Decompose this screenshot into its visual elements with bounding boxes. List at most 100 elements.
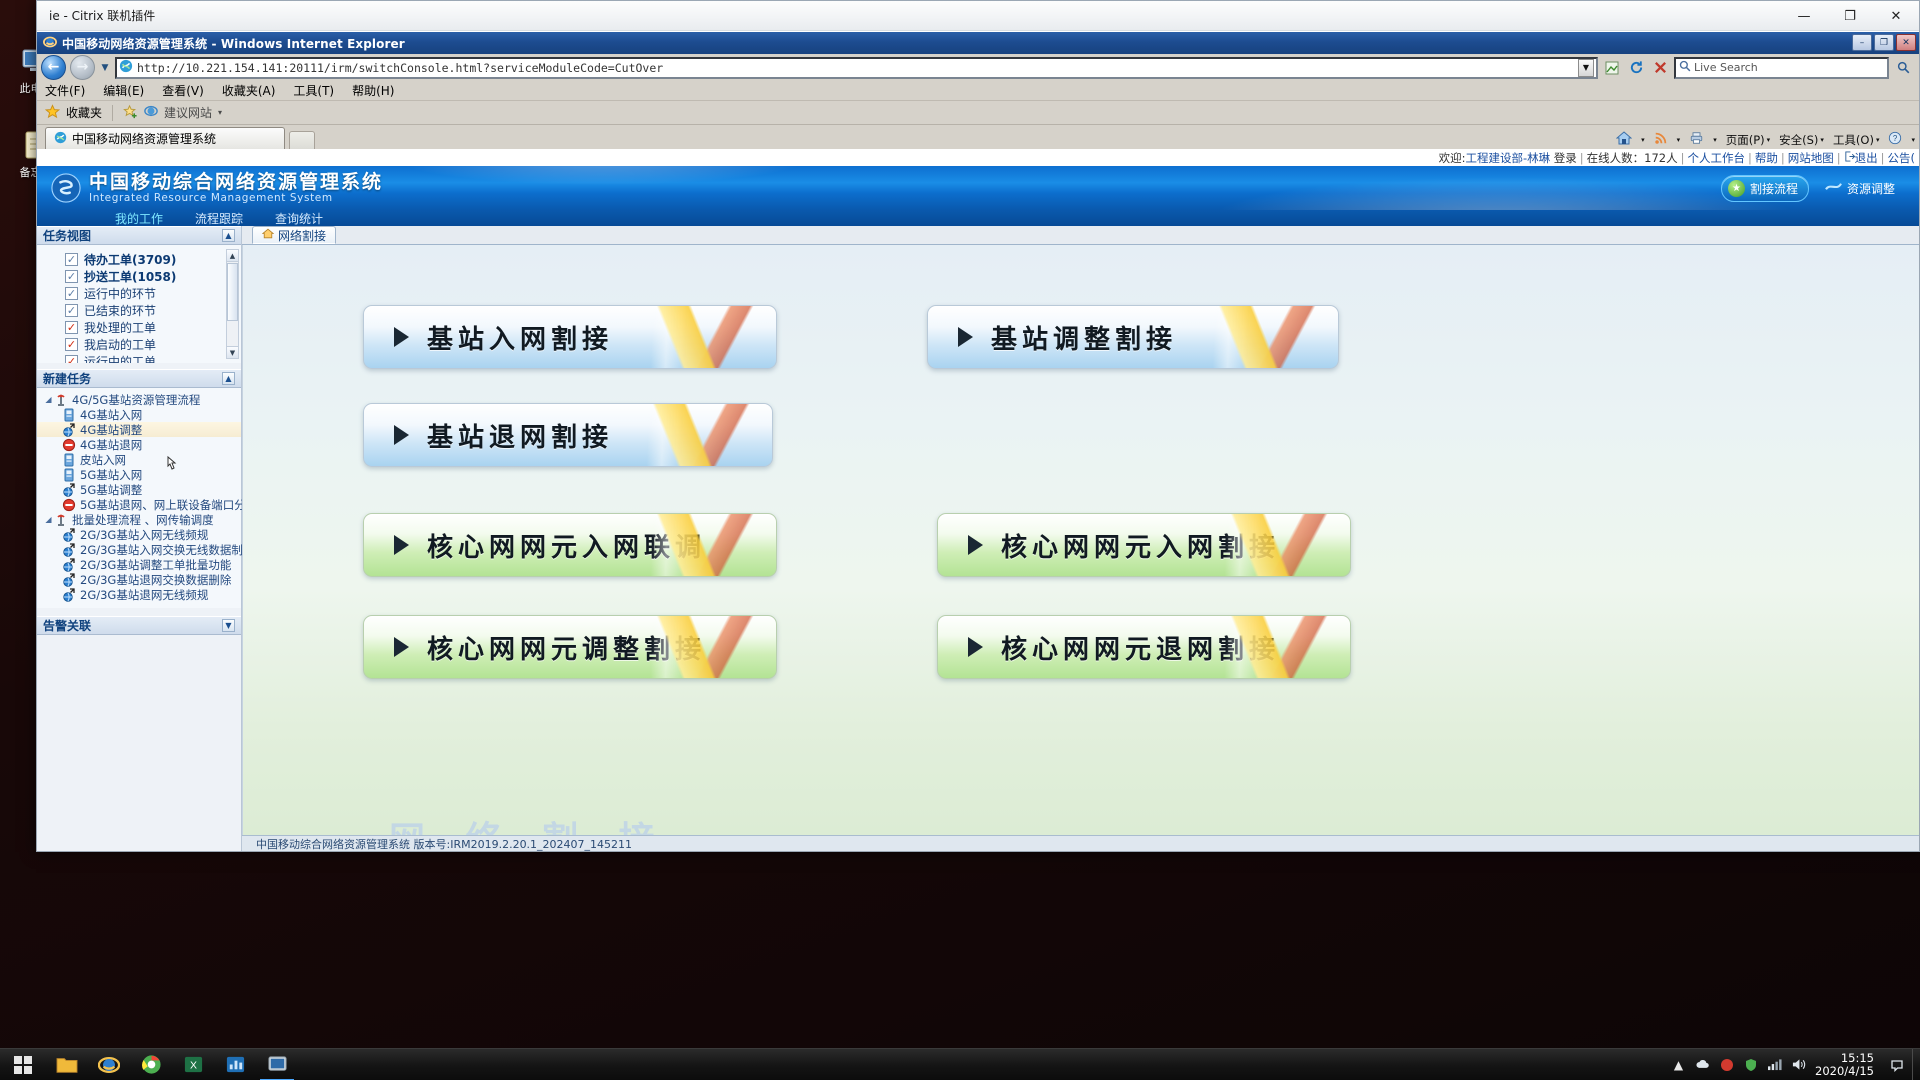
suggested-sites-icon[interactable] bbox=[144, 104, 158, 121]
ie-minimize-button[interactable]: – bbox=[1852, 34, 1872, 51]
volume-icon[interactable] bbox=[1791, 1057, 1806, 1072]
taskbar-app-browser[interactable] bbox=[130, 1049, 172, 1080]
feeds-caret-icon[interactable]: ▾ bbox=[1677, 136, 1681, 144]
taskbar-app-chart[interactable] bbox=[214, 1049, 256, 1080]
tab-my-work[interactable]: 我的工作 bbox=[99, 210, 179, 227]
chevron-up-icon[interactable]: ▲ bbox=[222, 229, 235, 242]
tree-item-23g-adjust-batch[interactable]: 2G/3G基站调整工单批量功能 bbox=[37, 557, 241, 572]
home-icon[interactable] bbox=[1615, 131, 1633, 148]
new-tab-button[interactable] bbox=[289, 131, 315, 149]
feeds-icon[interactable] bbox=[1654, 131, 1668, 148]
twisty-icon[interactable]: ◢ bbox=[43, 395, 54, 404]
ie-close-button[interactable]: ✕ bbox=[1896, 34, 1916, 51]
link-announcement[interactable]: 公告( bbox=[1888, 150, 1916, 166]
tree-item-4g-exit[interactable]: 4G基站退网 bbox=[37, 437, 241, 452]
taskview-item-running-order[interactable]: ✓ 运行中的工单 bbox=[65, 353, 241, 363]
taskbar-app-citrix[interactable] bbox=[256, 1049, 298, 1080]
action-button-core-ne-join-test[interactable]: 核心网网元入网联调 bbox=[363, 513, 777, 577]
content-tab-network-cutover[interactable]: 网络割接 bbox=[252, 226, 337, 244]
address-dropdown-icon[interactable]: ▼ bbox=[1578, 58, 1594, 77]
menu-tools[interactable]: 工具(T) bbox=[293, 82, 334, 99]
menu-file[interactable]: 文件(F) bbox=[45, 82, 85, 99]
tree-group-batch[interactable]: ◢ 批量处理流程 、网传输调度 bbox=[37, 512, 241, 527]
ie-restore-button[interactable]: ❐ bbox=[1874, 34, 1894, 51]
scroll-up-icon[interactable]: ▲ bbox=[227, 250, 238, 262]
taskview-item-handled[interactable]: ✓ 我处理的工单 bbox=[65, 319, 241, 336]
action-button-core-ne-exit-cutover[interactable]: 核心网网元退网割接 bbox=[937, 615, 1351, 679]
refresh-icon[interactable] bbox=[1626, 58, 1646, 78]
taskview-item-started[interactable]: ✓ 我启动的工单 bbox=[65, 336, 241, 353]
taskview-item-running-step[interactable]: ✓ 运行中的环节 bbox=[65, 285, 241, 302]
taskview-item-finished-step[interactable]: ✓ 已结束的环节 bbox=[65, 302, 241, 319]
compatibility-view-icon[interactable] bbox=[1602, 58, 1622, 78]
tree-item-23g-exit-radio[interactable]: 2G/3G基站退网无线频规 bbox=[37, 587, 241, 602]
taskview-item-pending[interactable]: ✓ 待办工单(3709) bbox=[65, 251, 241, 268]
link-personal-workbench[interactable]: 个人工作台 bbox=[1688, 150, 1746, 166]
network-icon[interactable] bbox=[1767, 1057, 1782, 1072]
forward-button[interactable]: → bbox=[70, 55, 95, 80]
taskview-scrollbar[interactable]: ▲ ▼ bbox=[226, 249, 239, 359]
citrix-titlebar[interactable]: ie - Citrix 联机插件 — ❐ ✕ bbox=[37, 1, 1919, 31]
address-bar[interactable]: http://10.221.154.141:20111/irm/switchCo… bbox=[115, 56, 1598, 79]
tree-item-pico-join[interactable]: 皮站入网 bbox=[37, 452, 241, 467]
action-button-core-ne-adjust-cutover[interactable]: 核心网网元调整割接 bbox=[363, 615, 777, 679]
browser-tab[interactable]: 中国移动网络资源管理系统 bbox=[45, 127, 285, 149]
suggested-sites-label[interactable]: 建议网站 bbox=[164, 104, 212, 121]
taskview-item-cc[interactable]: ✓ 抄送工单(1058) bbox=[65, 268, 241, 285]
recent-pages-caret-icon[interactable]: ▼ bbox=[99, 63, 111, 73]
maximize-button[interactable]: ❐ bbox=[1827, 1, 1873, 31]
start-button[interactable] bbox=[0, 1049, 46, 1080]
tab-flow-tracking[interactable]: 流程跟踪 bbox=[179, 210, 259, 227]
chevron-down-icon[interactable]: ▼ bbox=[222, 619, 235, 632]
safety-menu-button[interactable]: 安全(S) ▾ bbox=[1779, 132, 1824, 148]
help-icon[interactable]: ? bbox=[1888, 131, 1902, 148]
action-button-base-station-adjust[interactable]: 基站调整割接 bbox=[927, 305, 1339, 369]
scroll-down-icon[interactable]: ▼ bbox=[227, 346, 238, 358]
tree-item-23g-exit-switch[interactable]: 2G/3G基站退网交换数据删除 bbox=[37, 572, 241, 587]
tab-query-stats[interactable]: 查询统计 bbox=[259, 210, 339, 227]
tray-expand-icon[interactable]: ▲ bbox=[1671, 1057, 1686, 1072]
header-action-cutover-flow[interactable]: ★ 割接流程 bbox=[1720, 174, 1809, 202]
tree-item-23g-join-switch[interactable]: 2G/3G基站入网交换无线数据制作 bbox=[37, 542, 254, 557]
menu-favorites[interactable]: 收藏夹(A) bbox=[222, 82, 276, 99]
back-button[interactable]: ← bbox=[41, 55, 66, 80]
ie-titlebar[interactable]: 中国移动网络资源管理系统 - Windows Internet Explorer… bbox=[37, 32, 1919, 54]
tree-item-5g-exit[interactable]: 5G基站退网、网上联设备端口分配 bbox=[37, 497, 257, 512]
print-icon[interactable] bbox=[1689, 131, 1704, 148]
welcome-user-link[interactable]: 工程建设部-林琳 bbox=[1465, 150, 1550, 166]
link-logout[interactable]: 退出 bbox=[1855, 150, 1878, 166]
tree-item-4g-adjust[interactable]: 4G基站调整 bbox=[37, 422, 241, 437]
tree-item-23g-join-radio[interactable]: 2G/3G基站入网无线频规 bbox=[37, 527, 241, 542]
link-sitemap[interactable]: 网站地图 bbox=[1788, 150, 1834, 166]
chevron-up-icon[interactable]: ▲ bbox=[222, 372, 235, 385]
tree-group-4g5g[interactable]: ◢ 4G/5G基站资源管理流程 bbox=[37, 392, 241, 407]
link-help[interactable]: 帮助 bbox=[1755, 150, 1778, 166]
search-box[interactable]: Live Search bbox=[1674, 56, 1889, 79]
close-button[interactable]: ✕ bbox=[1873, 1, 1919, 31]
menu-help[interactable]: 帮助(H) bbox=[352, 82, 394, 99]
help-caret-icon[interactable]: ▾ bbox=[1911, 136, 1915, 144]
action-button-core-ne-join-cutover[interactable]: 核心网网元入网割接 bbox=[937, 513, 1351, 577]
action-button-base-station-exit[interactable]: 基站退网割接 bbox=[363, 403, 773, 467]
print-caret-icon[interactable]: ▾ bbox=[1713, 136, 1717, 144]
shield-icon[interactable] bbox=[1743, 1057, 1758, 1072]
tree-item-5g-join[interactable]: 5G基站入网 bbox=[37, 467, 241, 482]
tools-menu-button[interactable]: 工具(O) ▾ bbox=[1833, 132, 1880, 148]
taskbar-clock[interactable]: 15:15 2020/4/15 bbox=[1815, 1051, 1880, 1078]
show-desktop-button[interactable] bbox=[1912, 1048, 1920, 1080]
notifications-icon[interactable] bbox=[1889, 1057, 1904, 1072]
tree-item-4g-join[interactable]: 4G基站入网 bbox=[37, 407, 241, 422]
scrollbar-thumb[interactable] bbox=[227, 263, 238, 321]
menu-edit[interactable]: 编辑(E) bbox=[103, 82, 144, 99]
stop-icon[interactable] bbox=[1650, 58, 1670, 78]
header-action-resource-adjust[interactable]: 资源调整 bbox=[1819, 175, 1905, 201]
tree-item-5g-adjust[interactable]: 5G基站调整 bbox=[37, 482, 241, 497]
suggested-sites-caret-icon[interactable]: ▾ bbox=[218, 108, 222, 117]
taskbar-app-explorer[interactable] bbox=[46, 1049, 88, 1080]
twisty-icon[interactable]: ◢ bbox=[43, 515, 54, 524]
home-caret-icon[interactable]: ▾ bbox=[1641, 136, 1645, 144]
add-favorite-icon[interactable] bbox=[123, 104, 138, 122]
page-menu-button[interactable]: 页面(P) ▾ bbox=[1726, 132, 1770, 148]
record-icon[interactable] bbox=[1719, 1057, 1734, 1072]
action-button-base-station-join[interactable]: 基站入网割接 bbox=[363, 305, 777, 369]
